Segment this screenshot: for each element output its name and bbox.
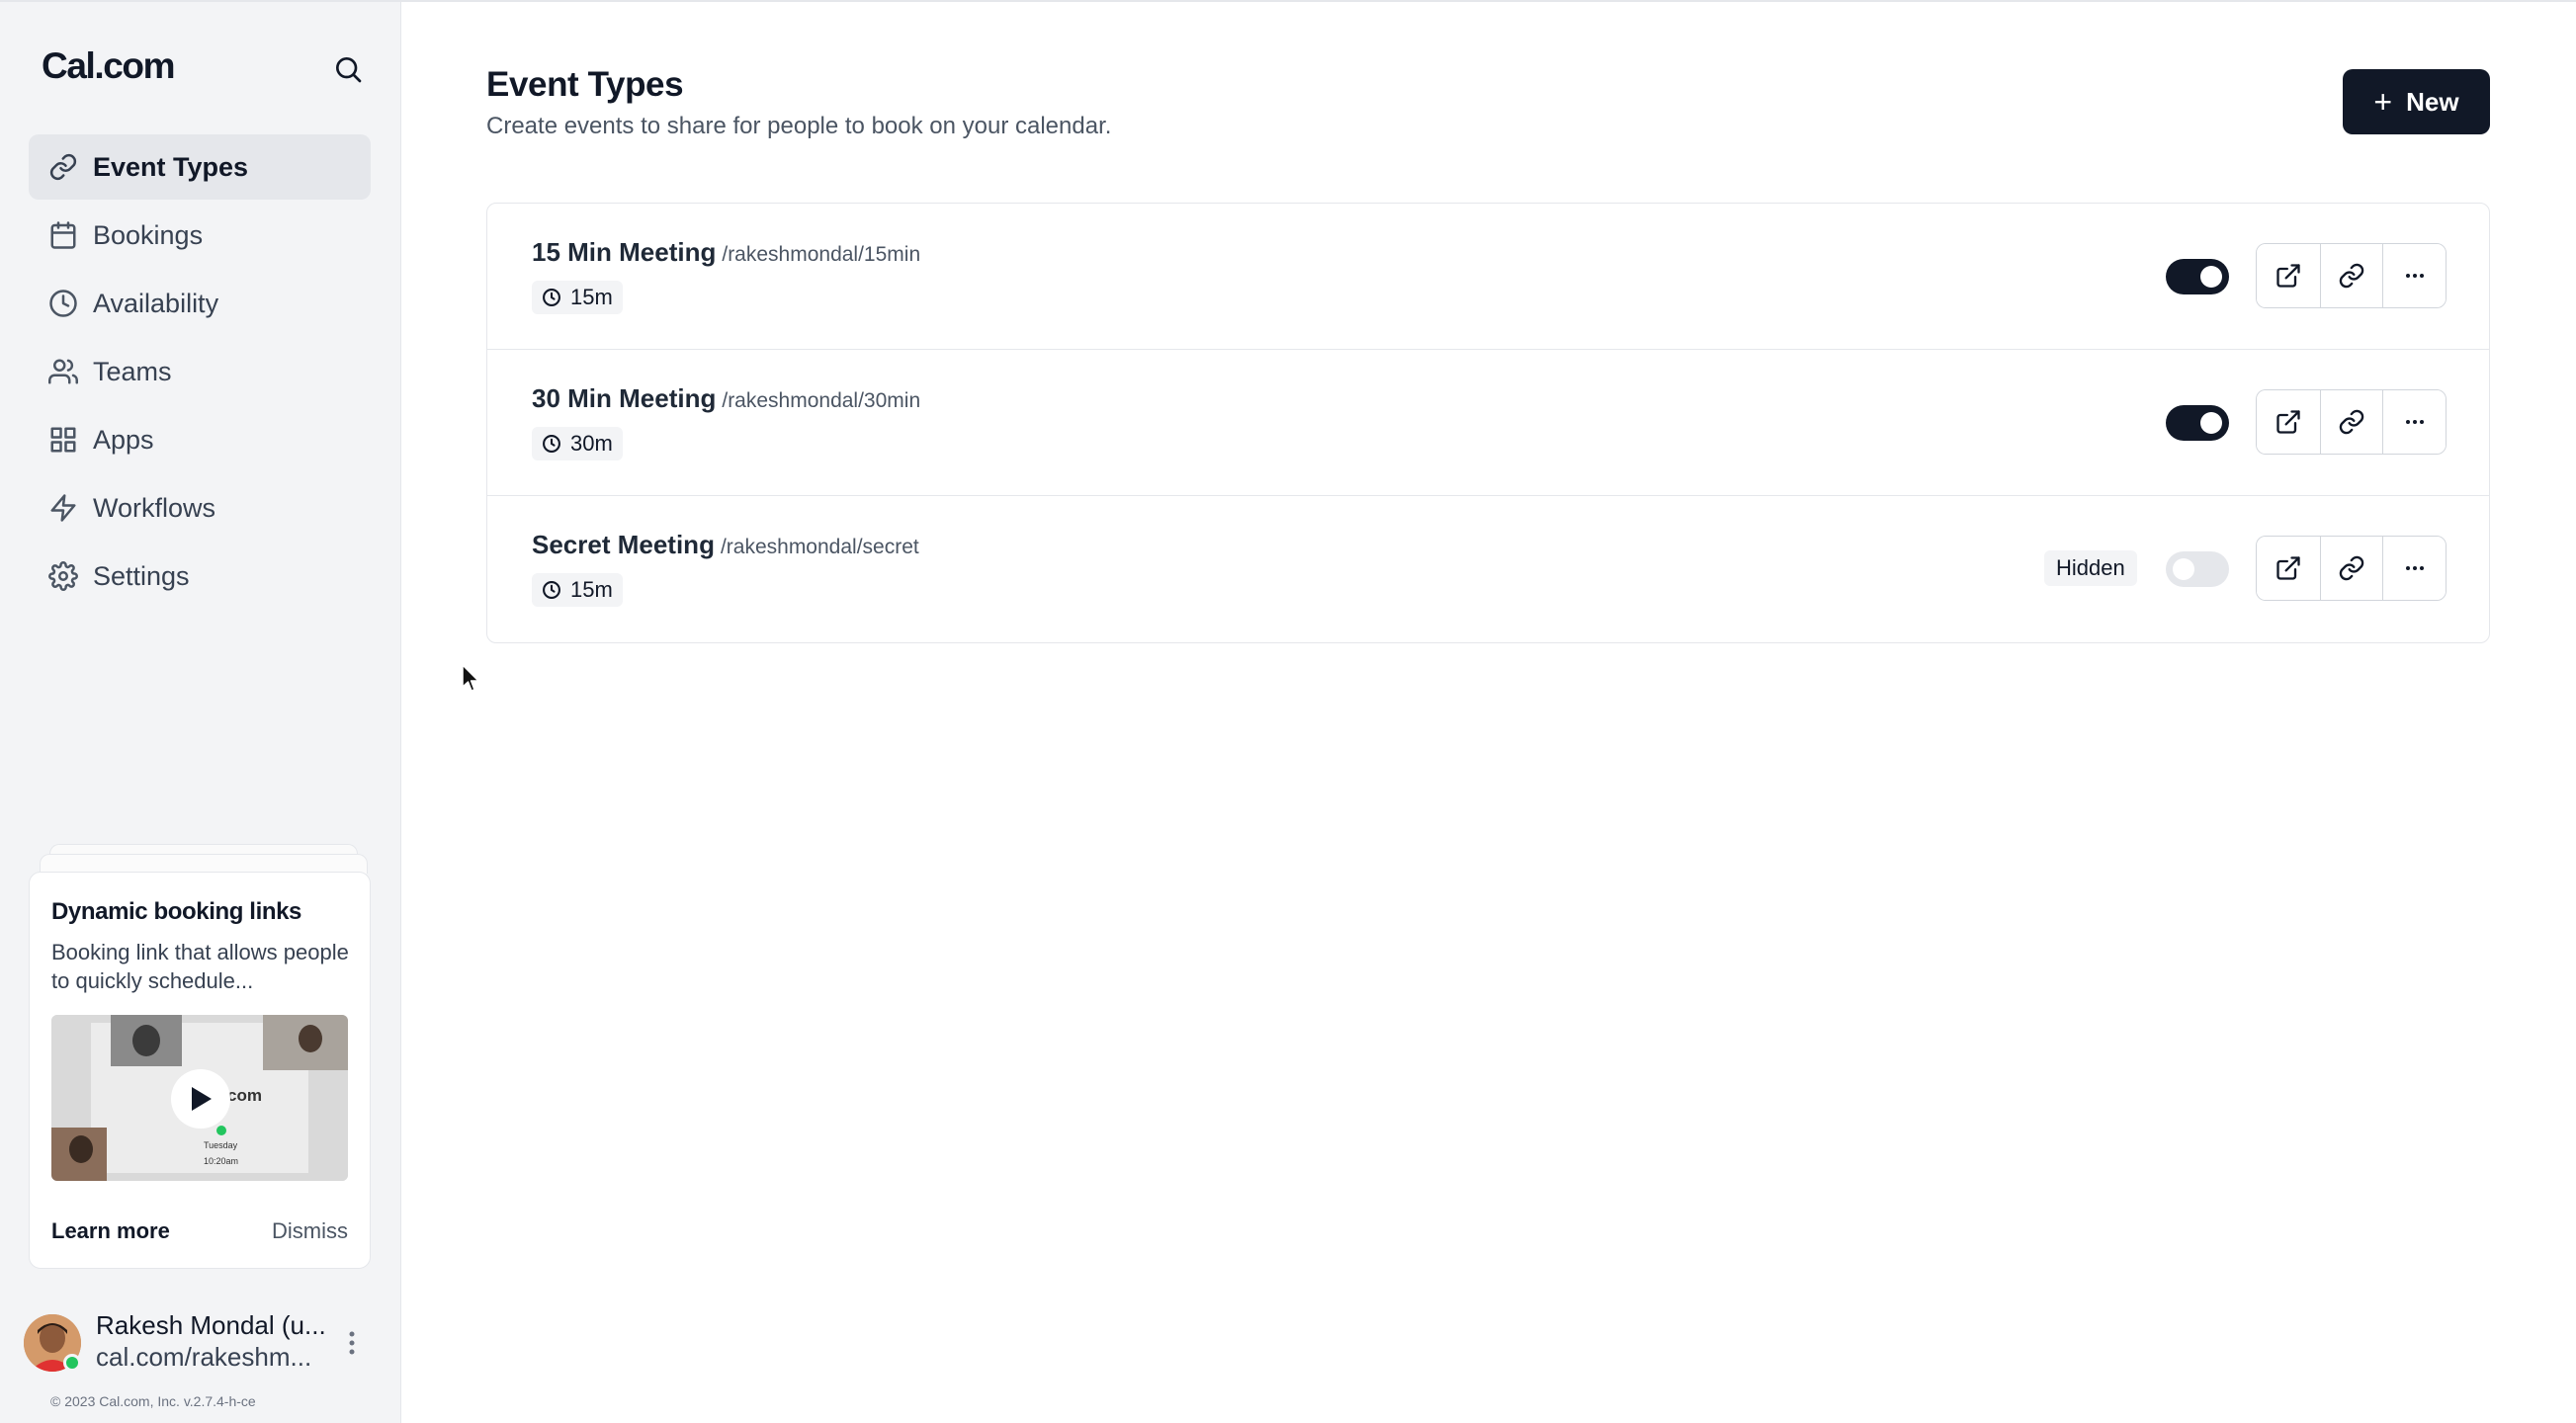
event-title: 15 Min Meeting/rakeshmondal/15min bbox=[532, 237, 920, 268]
sidebar-item-label: Teams bbox=[93, 356, 172, 386]
clock-icon bbox=[49, 290, 77, 317]
more-options-button[interactable] bbox=[2382, 537, 2446, 600]
brand-logo[interactable]: Cal.com bbox=[42, 45, 176, 87]
event-type-row[interactable]: 15 Min Meeting/rakeshmondal/15min 15m bbox=[487, 204, 2489, 350]
more-horizontal-icon bbox=[2405, 566, 2424, 570]
promo-video-thumbnail[interactable]: Tuesday 10:20am com bbox=[51, 1015, 348, 1181]
clock-icon bbox=[543, 435, 560, 453]
event-title-text: 15 Min Meeting bbox=[532, 237, 717, 267]
sidebar-item-label: Availability bbox=[93, 288, 219, 318]
link-icon bbox=[2339, 409, 2364, 435]
copyright: © 2023 Cal.com, Inc. v.2.7.4-h-ce bbox=[50, 1393, 256, 1409]
user-profile[interactable]: Rakesh Mondal (u... cal.com/rakeshm... bbox=[24, 1310, 370, 1374]
page-subtitle: Create events to share for people to boo… bbox=[486, 113, 1112, 139]
link-icon bbox=[2339, 263, 2364, 289]
sidebar-item-event-types[interactable]: Event Types bbox=[29, 134, 371, 200]
user-more-icon[interactable] bbox=[344, 1328, 360, 1358]
user-name: Rakesh Mondal (u... bbox=[96, 1310, 326, 1340]
svg-text:Tuesday: Tuesday bbox=[204, 1140, 238, 1150]
online-status-indicator bbox=[63, 1354, 81, 1372]
sidebar-item-label: Apps bbox=[93, 424, 154, 455]
clock-icon bbox=[543, 289, 560, 306]
video-word: com bbox=[227, 1086, 262, 1105]
hidden-toggle[interactable] bbox=[2166, 259, 2229, 294]
learn-more-link[interactable]: Learn more bbox=[51, 1218, 170, 1244]
hidden-toggle[interactable] bbox=[2166, 551, 2229, 587]
users-icon bbox=[48, 359, 78, 384]
gear-icon bbox=[48, 561, 78, 591]
hidden-badge: Hidden bbox=[2044, 550, 2137, 586]
dismiss-button[interactable]: Dismiss bbox=[272, 1218, 348, 1244]
grid-icon bbox=[50, 427, 76, 453]
duration-label: 15m bbox=[570, 285, 613, 309]
link-icon bbox=[49, 153, 77, 181]
toggle-knob bbox=[2200, 412, 2222, 434]
hidden-toggle[interactable] bbox=[2166, 405, 2229, 441]
event-slug: /rakeshmondal/15min bbox=[722, 243, 921, 266]
promo-description: Booking link that allows people to quick… bbox=[51, 940, 349, 993]
more-horizontal-icon bbox=[2405, 274, 2424, 278]
toggle-knob bbox=[2173, 558, 2194, 580]
sidebar-item-settings[interactable]: Settings bbox=[29, 544, 371, 609]
zap-icon bbox=[50, 494, 76, 522]
event-types-list: 15 Min Meeting/rakeshmondal/15min 15m 30… bbox=[486, 203, 2490, 643]
event-actions bbox=[2256, 243, 2447, 308]
user-link: cal.com/rakeshm... bbox=[96, 1342, 312, 1372]
duration-label: 15m bbox=[570, 577, 613, 602]
new-button-label: New bbox=[2406, 86, 2459, 117]
external-link-icon bbox=[2276, 410, 2300, 434]
preview-button[interactable] bbox=[2257, 390, 2320, 454]
event-title-text: 30 Min Meeting bbox=[532, 383, 717, 413]
calendar-icon bbox=[50, 221, 76, 249]
copy-link-button[interactable] bbox=[2319, 390, 2383, 454]
more-options-button[interactable] bbox=[2382, 390, 2446, 454]
plus-icon: + bbox=[2373, 84, 2393, 120]
promo-stack-layer bbox=[40, 854, 368, 874]
clock-icon bbox=[543, 581, 560, 599]
play-button[interactable] bbox=[171, 1069, 230, 1129]
page-title: Event Types bbox=[486, 65, 684, 104]
mouse-cursor-icon bbox=[462, 664, 479, 692]
more-horizontal-icon bbox=[2405, 420, 2424, 424]
event-slug: /rakeshmondal/30min bbox=[722, 389, 921, 412]
duration-badge: 15m bbox=[532, 573, 623, 607]
external-link-icon bbox=[2276, 264, 2300, 288]
event-type-row[interactable]: Secret Meeting/rakeshmondal/secret 15m H… bbox=[487, 496, 2489, 642]
sidebar: Cal.com Event Types Bookings Availabilit… bbox=[0, 2, 401, 1423]
event-slug: /rakeshmondal/secret bbox=[720, 536, 919, 558]
new-event-type-button[interactable]: + New bbox=[2343, 69, 2490, 134]
sidebar-item-workflows[interactable]: Workflows bbox=[29, 475, 371, 541]
svg-text:10:20am: 10:20am bbox=[204, 1156, 238, 1166]
sidebar-item-apps[interactable]: Apps bbox=[29, 407, 371, 472]
sidebar-item-label: Event Types bbox=[93, 151, 249, 182]
event-title-text: Secret Meeting bbox=[532, 530, 715, 559]
sidebar-item-availability[interactable]: Availability bbox=[29, 271, 371, 336]
duration-badge: 15m bbox=[532, 281, 623, 314]
event-type-row[interactable]: 30 Min Meeting/rakeshmondal/30min 30m bbox=[487, 350, 2489, 496]
copy-link-button[interactable] bbox=[2319, 244, 2383, 307]
promo-title: Dynamic booking links bbox=[51, 898, 301, 925]
more-options-button[interactable] bbox=[2382, 244, 2446, 307]
toggle-knob bbox=[2200, 266, 2222, 288]
event-actions bbox=[2256, 536, 2447, 601]
event-actions bbox=[2256, 389, 2447, 455]
sidebar-item-label: Settings bbox=[93, 560, 190, 591]
duration-badge: 30m bbox=[532, 427, 623, 460]
sidebar-item-bookings[interactable]: Bookings bbox=[29, 203, 371, 268]
link-icon bbox=[2339, 555, 2364, 581]
event-title: Secret Meeting/rakeshmondal/secret bbox=[532, 530, 919, 560]
sidebar-item-teams[interactable]: Teams bbox=[29, 339, 371, 404]
search-icon[interactable] bbox=[332, 53, 364, 85]
copy-link-button[interactable] bbox=[2319, 537, 2383, 600]
sidebar-nav: Event Types Bookings Availability Teams … bbox=[29, 134, 371, 612]
preview-button[interactable] bbox=[2257, 537, 2320, 600]
duration-label: 30m bbox=[570, 431, 613, 456]
play-icon bbox=[192, 1087, 212, 1111]
preview-button[interactable] bbox=[2257, 244, 2320, 307]
external-link-icon bbox=[2276, 556, 2300, 580]
sidebar-item-label: Workflows bbox=[93, 492, 216, 523]
sidebar-item-label: Bookings bbox=[93, 219, 204, 250]
promo-card: Dynamic booking links Booking link that … bbox=[29, 872, 371, 1269]
event-title: 30 Min Meeting/rakeshmondal/30min bbox=[532, 383, 920, 414]
